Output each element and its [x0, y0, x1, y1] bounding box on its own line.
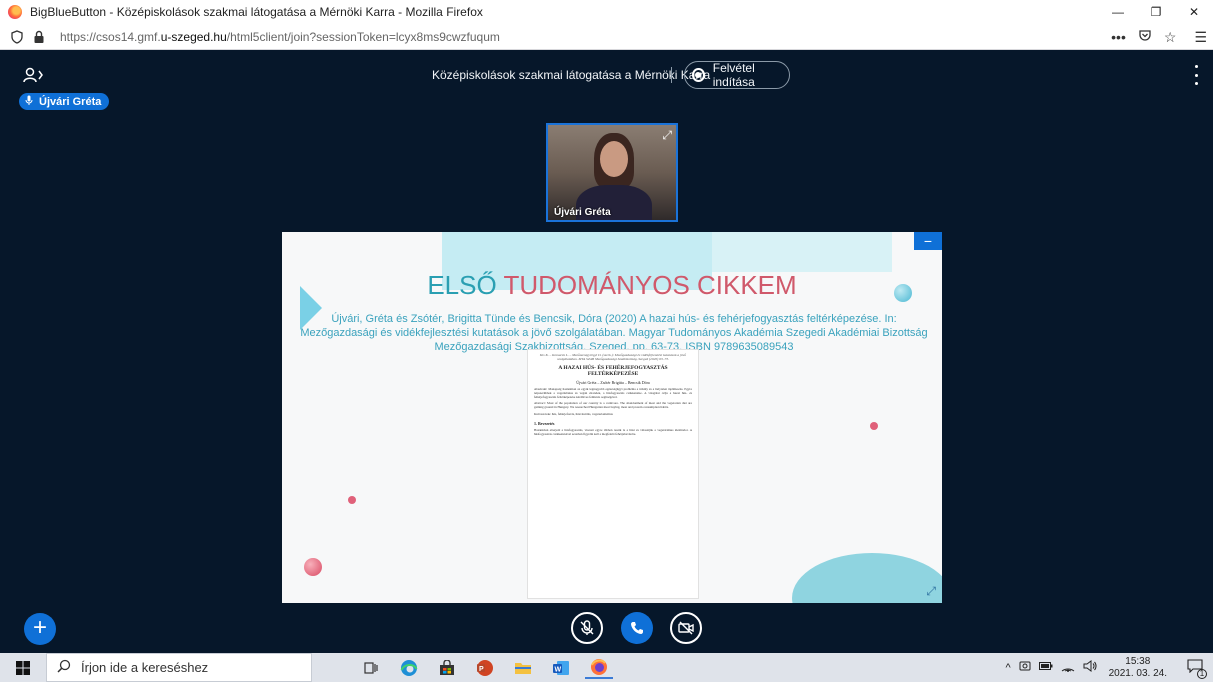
user-icon — [23, 67, 43, 83]
webcam-username: Újvári Gréta — [554, 207, 611, 218]
paper-abstract-hu: Absztrakt: Manapság hazánkban az egyik l… — [534, 387, 692, 399]
word-icon[interactable]: W — [547, 657, 575, 679]
slide-deco-ball — [348, 496, 356, 504]
browser-toolbar-right: ••• ☆ ☰ — [1111, 24, 1207, 50]
url-prefix: https://csos14.gmf. — [60, 29, 161, 44]
taskbar-clock[interactable]: 15:38 2021. 03. 24. — [1109, 656, 1167, 680]
notification-count: 1 — [1197, 669, 1207, 679]
lock-icon[interactable] — [28, 24, 50, 50]
battery-icon[interactable] — [1038, 661, 1053, 674]
minimize-button[interactable]: — — [1099, 0, 1137, 24]
windows-logo-icon — [16, 660, 30, 675]
powerpoint-icon[interactable]: P — [471, 657, 499, 679]
slide-citation: Újvári, Gréta és Zsótér, Brigitta Tünde … — [300, 313, 928, 353]
taskbar-search-box[interactable]: Írjon ide a kereséshez — [46, 653, 312, 682]
paper-page-image: Kis K. – Komarek L. – Mezőszentgyörgyi D… — [527, 349, 699, 599]
shield-icon[interactable] — [6, 24, 28, 50]
microphone-icon — [25, 95, 33, 108]
svg-text:P: P — [479, 666, 484, 673]
fullscreen-icon[interactable]: ⤢ — [662, 128, 672, 143]
file-explorer-icon[interactable] — [509, 657, 537, 679]
presentation-slide: − ELSŐ TUDOMÁNYOS CIKKEM Újvári, Gréta é… — [282, 232, 942, 603]
dot-icon — [1194, 73, 1198, 77]
webcam-person-face — [600, 141, 628, 177]
minimize-presentation-button[interactable]: − — [914, 232, 942, 250]
close-button[interactable]: ✕ — [1175, 0, 1213, 24]
slide-deco-wave — [792, 553, 942, 603]
slide-deco-ball — [304, 558, 322, 576]
star-icon[interactable]: ☆ — [1164, 29, 1177, 46]
taskbar-apps: P W — [357, 657, 613, 679]
edge-icon[interactable] — [395, 657, 423, 679]
mute-microphone-button[interactable] — [571, 612, 603, 644]
paper-title: A HAZAI HÚS- ÉS FEHÉRJEFOGYASZTÁS FELTÉR… — [558, 365, 668, 377]
paper-header: Kis K. – Komarek L. – Mezőszentgyörgyi D… — [539, 353, 687, 361]
volume-icon[interactable] — [1083, 660, 1097, 675]
clock-time: 15:38 — [1125, 655, 1151, 667]
bbb-app: Középiskolások szakmai látogatása a Mérn… — [0, 51, 1213, 653]
paper-intro: Hazánkban elterjedt a húsfogyasztás, vis… — [534, 427, 692, 436]
leave-audio-button[interactable] — [621, 612, 653, 644]
slide-title-part1: ELSŐ — [427, 270, 504, 300]
video-off-icon — [678, 621, 694, 635]
windows-taskbar: Írjon ide a kereséshez P W ^ 15:38 2021.… — [0, 653, 1213, 682]
start-recording-button[interactable]: Felvétel indítása — [684, 61, 790, 89]
slide-title-part2: TUDOMÁNYOS CIKKEM — [503, 270, 797, 300]
window-title: BigBlueButton - Középiskolások szakmai l… — [30, 5, 483, 19]
window-controls: — ❐ ✕ — [1099, 0, 1213, 24]
phone-icon — [631, 622, 643, 634]
firefox-icon[interactable] — [585, 657, 613, 679]
clock-date: 2021. 03. 24. — [1108, 667, 1167, 679]
actions-button[interactable]: + — [24, 613, 56, 645]
record-icon — [692, 68, 705, 82]
users-list-toggle[interactable] — [20, 65, 48, 85]
record-label: Felvétel indítása — [712, 61, 755, 89]
meet-now-icon[interactable] — [1019, 660, 1031, 675]
url-suffix: /html5client/join?sessionToken=lcyx8ms9c… — [226, 29, 500, 44]
paper-abstract-en: Abstract: Most of the population of our … — [534, 401, 692, 410]
window-titlebar: BigBlueButton - Középiskolások szakmai l… — [0, 0, 1213, 24]
restore-button[interactable]: ❐ — [1137, 0, 1175, 24]
svg-text:W: W — [555, 666, 562, 673]
options-menu-button[interactable] — [1193, 65, 1199, 85]
wifi-icon[interactable] — [1061, 660, 1075, 675]
menu-icon[interactable]: ☰ — [1194, 29, 1207, 46]
url-domain: u-szeged.hu — [160, 29, 227, 44]
firefox-logo-icon — [8, 5, 22, 19]
fullscreen-icon[interactable]: ⤢ — [926, 584, 936, 599]
url-bar: https://csos14.gmf.u-szeged.hu/html5clie… — [0, 24, 1213, 50]
dot-icon — [1194, 82, 1198, 85]
more-icon[interactable]: ••• — [1111, 29, 1126, 45]
slide-deco-ball — [870, 422, 878, 430]
slide-deco-band — [712, 232, 892, 272]
mic-muted-icon — [580, 620, 594, 635]
talking-indicator[interactable]: Újvári Gréta — [19, 93, 110, 110]
chevron-up-icon[interactable]: ^ — [1005, 662, 1010, 674]
webcam-video[interactable]: ⤢ Újvári Gréta — [546, 123, 678, 222]
title-separator — [671, 67, 672, 83]
paper-authors: Újvári Gréta – Zsótér Brigitta – Bencsik… — [576, 380, 650, 385]
store-icon[interactable] — [433, 657, 461, 679]
slide-title: ELSŐ TUDOMÁNYOS CIKKEM — [282, 270, 942, 301]
share-webcam-button[interactable] — [670, 612, 702, 644]
system-tray: ^ 15:38 2021. 03. 24. 1 — [1001, 653, 1213, 682]
meeting-title: Középiskolások szakmai látogatása a Mérn… — [432, 68, 711, 82]
talker-name: Újvári Gréta — [39, 95, 102, 108]
pocket-icon[interactable] — [1138, 29, 1152, 46]
notification-icon[interactable]: 1 — [1187, 659, 1207, 679]
start-button[interactable] — [0, 653, 46, 682]
dot-icon — [1194, 65, 1198, 68]
search-icon — [57, 659, 71, 676]
paper-section-heading: 1. Bevezetés — [534, 420, 555, 426]
task-view-icon[interactable] — [357, 657, 385, 679]
search-placeholder: Írjon ide a kereséshez — [81, 660, 209, 675]
url-input[interactable]: https://csos14.gmf.u-szeged.hu/html5clie… — [60, 30, 500, 44]
paper-keywords: Kulcsszavak: hús, fehérjeforrás, húsvásá… — [534, 411, 613, 416]
